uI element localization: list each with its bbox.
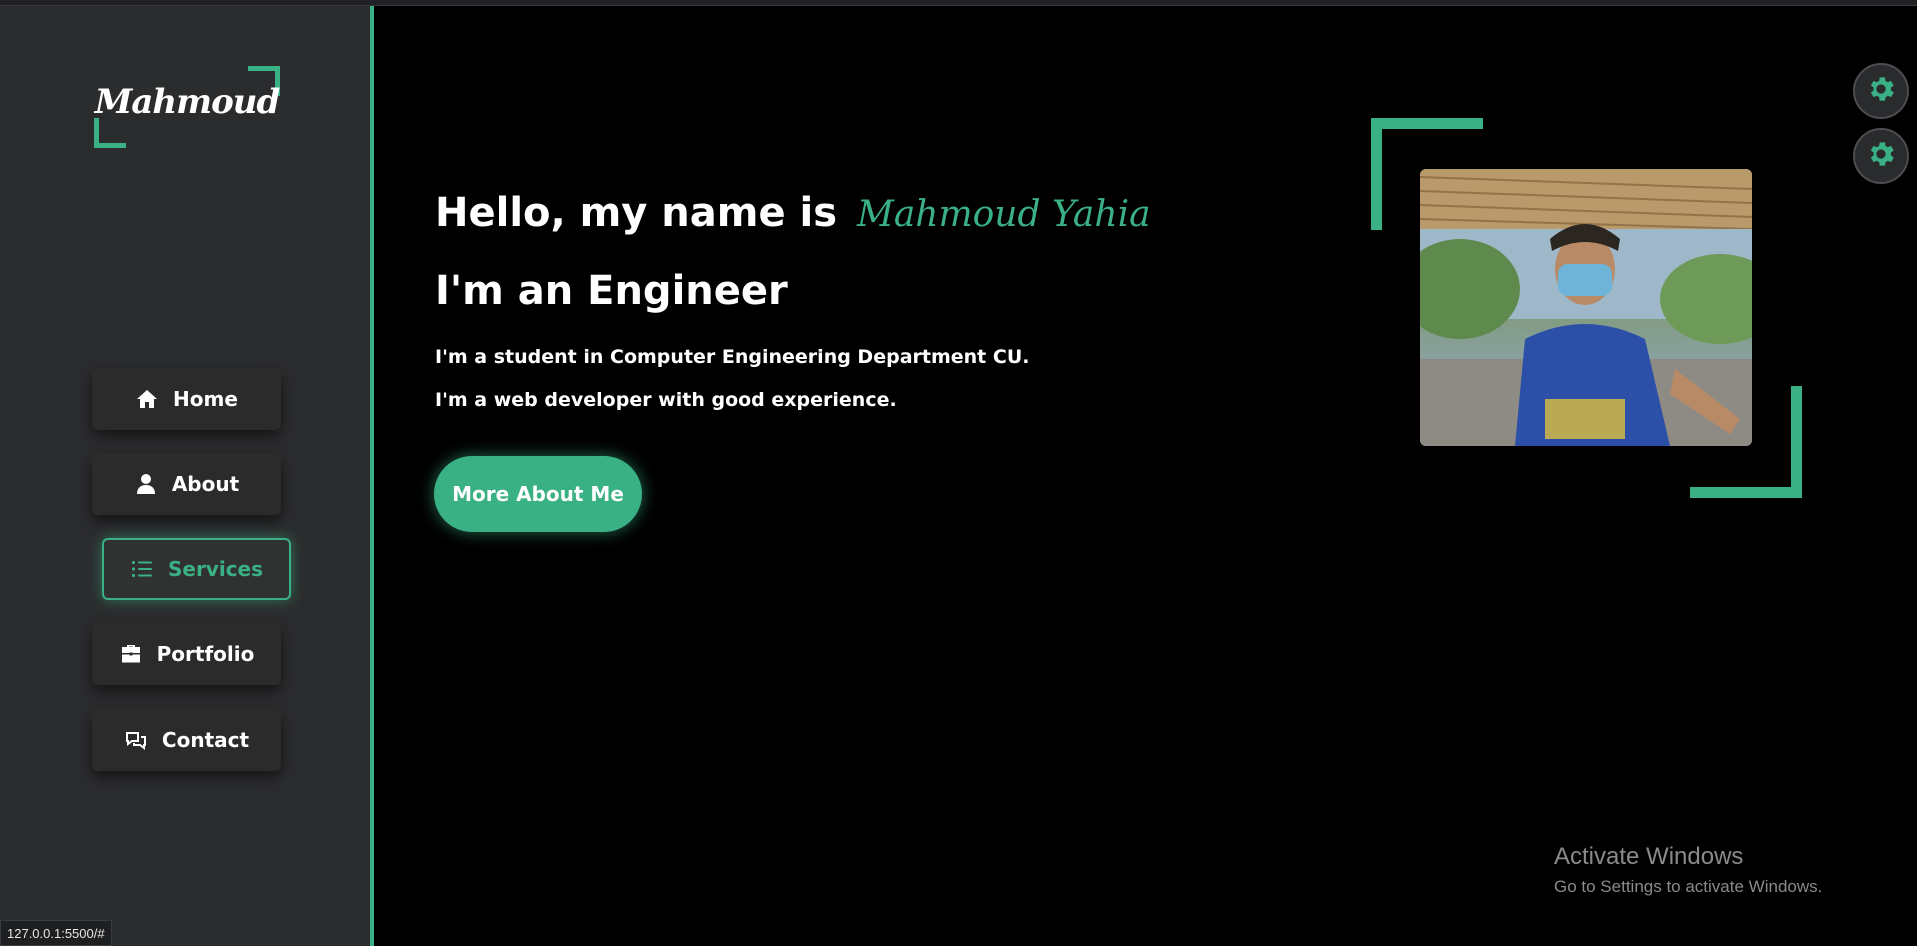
logo-corner-bottom-left [94, 118, 126, 148]
profile-photo-frame [1371, 118, 1802, 498]
nav-item-portfolio[interactable]: Portfolio [92, 623, 281, 685]
intro-line-2: I'm a web developer with good experience… [435, 389, 897, 411]
nav-item-about[interactable]: About [92, 453, 281, 515]
hero-name: Mahmoud Yahia [856, 194, 1151, 235]
intro-line-1: I'm a student in Computer Engineering De… [435, 346, 1030, 368]
list-icon [130, 557, 154, 581]
nav-item-label: Contact [161, 728, 250, 752]
gear-icon [1865, 138, 1897, 174]
gear-icon [1865, 73, 1897, 109]
sidebar: Mahmoud Home About Services Portfolio Co… [0, 6, 374, 946]
nav-item-label: Services [167, 557, 264, 581]
briefcase-icon [119, 642, 143, 666]
logo-text: Mahmoud [94, 82, 281, 122]
watermark-title: Activate Windows [1554, 843, 1744, 870]
logo[interactable]: Mahmoud [94, 66, 280, 148]
greeting-heading: Hello, my name is Mahmoud Yahia [435, 190, 1151, 236]
settings-button-secondary[interactable] [1853, 128, 1909, 184]
nav-item-label: About [171, 472, 240, 496]
profile-photo [1420, 169, 1752, 446]
more-about-me-button[interactable]: More About Me [434, 456, 642, 532]
nav-item-label: Portfolio [156, 642, 255, 666]
nav-item-services[interactable]: Services [102, 538, 291, 600]
role-heading: I'm an Engineer [435, 268, 788, 314]
windows-activation-watermark: Activate Windows Go to Settings to activ… [1554, 843, 1822, 897]
nav-item-home[interactable]: Home [92, 368, 281, 430]
greeting-text: Hello, my name is [435, 190, 838, 236]
settings-button[interactable] [1853, 63, 1909, 119]
user-icon [134, 472, 158, 496]
watermark-subtitle: Go to Settings to activate Windows. [1554, 877, 1823, 896]
home-section: Hello, my name is Mahmoud Yahia I'm an E… [378, 6, 1917, 946]
browser-status-url: 127.0.0.1:5500/# [0, 920, 112, 946]
home-icon [135, 387, 159, 411]
comments-icon [124, 728, 148, 752]
nav-item-label: Home [173, 387, 238, 411]
nav-item-contact[interactable]: Contact [92, 709, 281, 771]
